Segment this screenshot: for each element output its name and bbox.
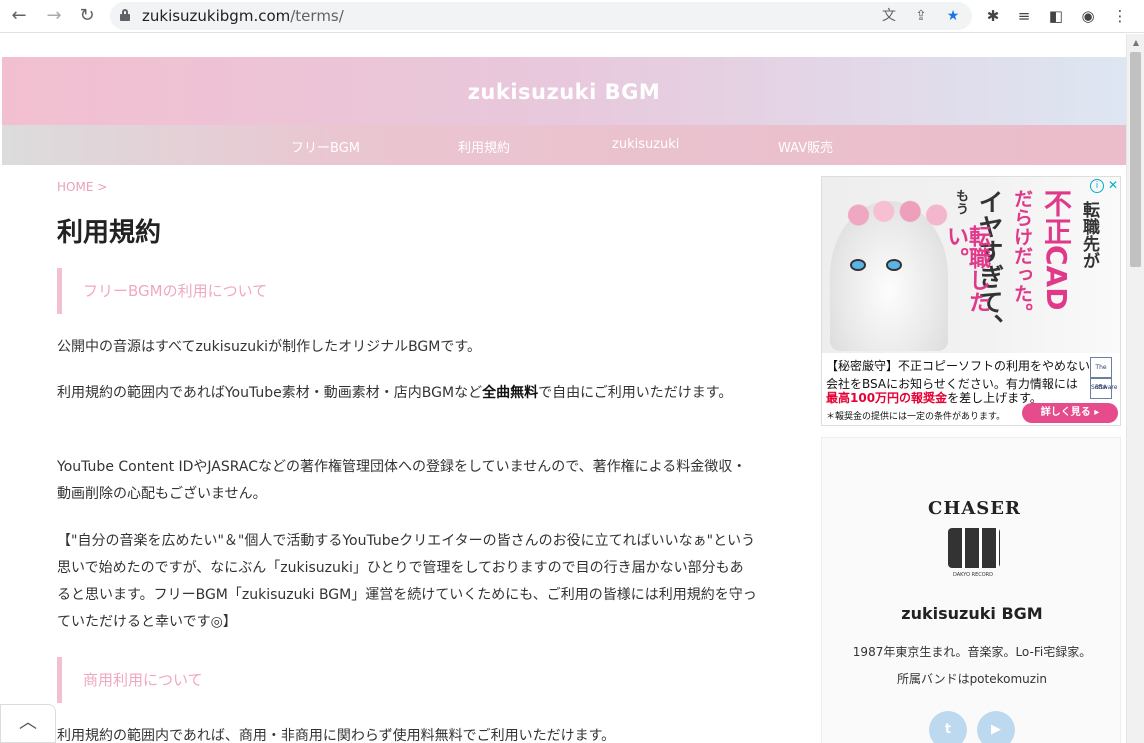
nav-item-wav-sales[interactable]: WAV販売: [778, 137, 833, 156]
translate-icon[interactable]: 文: [880, 7, 898, 25]
paragraph-text: で自由にご利用いただけます。: [538, 385, 733, 401]
cat-eye-right: [886, 259, 902, 271]
reload-icon[interactable]: ↻: [76, 5, 98, 27]
ad-text-red: 最高100万円の報奨金: [826, 391, 948, 405]
scroll-thumb[interactable]: [1130, 52, 1141, 267]
menu-kebab-icon[interactable]: ⋮: [1109, 5, 1131, 27]
extensions-icon[interactable]: ✱: [982, 5, 1004, 27]
url-path: /terms/: [290, 7, 344, 25]
logo-subtext: DAKYO RECORD: [953, 572, 993, 578]
paragraph-commercial: 利用規約の範囲内であれば、商用・非商用に関わらず使用料無料でご利用いただけます。: [57, 728, 616, 743]
url-domain: zukisuzukibgm.com: [142, 7, 291, 25]
ad-vertical-text-5: もう: [953, 189, 968, 215]
page-title: 利用規約: [57, 218, 162, 248]
paragraph-free-use: 利用規約の範囲内であればYouTube素材・動画素材・店内BGMなど全曲無料で自…: [57, 380, 757, 407]
logo-text: CHASER: [928, 498, 1021, 519]
site-header: zukisuzuki BGM: [2, 57, 1126, 125]
scroll-to-top-button[interactable]: ︿: [0, 704, 56, 743]
ad-vertical-text-2: 不正CAD: [1040, 189, 1073, 311]
browser-toolbar: ← → ↻ zukisuzukibgm.com/terms/ 文 ⇪ ★ ✱ ≡…: [0, 0, 1144, 33]
profile-extension-icon[interactable]: ◉: [1077, 5, 1099, 27]
media-control-icon[interactable]: ≡: [1013, 5, 1035, 27]
ad-info-icon[interactable]: i: [1090, 179, 1104, 193]
bsa-logo-top: The Software Alliance: [1090, 357, 1117, 411]
flower-crown-image: [842, 197, 952, 233]
address-bar[interactable]: zukisuzukibgm.com/terms/ 文 ⇪ ★: [110, 2, 972, 30]
section-heading-commercial: 商用利用について: [57, 657, 203, 703]
back-arrow-icon[interactable]: ←: [8, 5, 30, 27]
ad-text-line-1: 【秘密厳守】不正コピーソフトの利用をやめない: [826, 359, 1091, 373]
page-viewport: zukisuzuki BGM フリーBGM 利用規約 zukisuzuki WA…: [2, 34, 1126, 743]
scroll-up-arrow-icon[interactable]: ▲: [1131, 38, 1141, 48]
paragraph-intro: 公開中の音源はすべてzukisuzukiが制作したオリジナルBGMです。: [57, 339, 481, 355]
ad-vertical-text-3: だらけだった。: [1011, 189, 1033, 322]
paragraph-text: 利用規約の範囲内であればYouTube素材・動画素材・店内BGMなど: [57, 385, 483, 401]
cat-eye-left: [850, 259, 866, 271]
profile-widget: CHASER DAKYO RECORD zukisuzuki BGM 1987年…: [821, 437, 1121, 743]
bsa-logo-bottom: BSA: [1090, 377, 1112, 399]
site-title[interactable]: zukisuzuki BGM: [2, 80, 1126, 104]
share-icon[interactable]: ⇪: [912, 7, 930, 25]
paragraph-copyright: YouTube Content IDやJASRACなどの著作権管理団体への登録を…: [57, 459, 747, 502]
nav-item-free-bgm[interactable]: フリーBGM: [291, 137, 360, 156]
logo-cans-icon: [948, 528, 1000, 568]
ad-vertical-text-1: 転職先が: [1079, 201, 1099, 269]
ad-text-line-3: 最高100万円の報奨金を差し上げます。: [826, 389, 1042, 407]
ad-note: ＊報奨金の提供には一定の条件があります。: [826, 412, 1006, 422]
paragraph-message: 【"自分の音楽を広めたい"＆"個人で活動するYouTubeクリエイターの皆さんの…: [57, 533, 757, 630]
url-text[interactable]: zukisuzukibgm.com/terms/: [142, 7, 344, 25]
page-scrollbar[interactable]: ▲: [1126, 34, 1144, 743]
ad-cta-button[interactable]: 詳しく見る ▸: [1022, 403, 1118, 423]
lock-icon: [120, 9, 130, 21]
ad-close-icon[interactable]: ✕: [1106, 178, 1120, 192]
profile-bio-1: 1987年東京生まれ。音楽家。Lo-Fi宅録家。: [852, 645, 1092, 659]
profile-name: zukisuzuki BGM: [901, 604, 1043, 623]
youtube-icon[interactable]: ▶: [977, 711, 1015, 743]
ad-image[interactable]: 転職先が 不正CAD だらけだった。 イヤすぎて、 もう 転職したい。: [822, 177, 1120, 353]
profile-bio-2: 所属バンドはpotekomuzin: [896, 672, 1048, 686]
nav-item-terms[interactable]: 利用規約: [458, 137, 510, 156]
bold-free-text: 全曲無料: [482, 385, 539, 401]
ad-vertical-text-6: 転職したい。: [943, 225, 990, 313]
section-heading-free-bgm: フリーBGMの利用について: [57, 268, 267, 314]
global-nav: フリーBGM 利用規約 zukisuzuki WAV販売: [2, 125, 1126, 165]
breadcrumb[interactable]: HOME >: [57, 180, 107, 194]
twitter-icon[interactable]: t: [929, 711, 967, 743]
nav-item-zukisuzuki[interactable]: zukisuzuki: [612, 137, 679, 152]
ad-banner[interactable]: 転職先が 不正CAD だらけだった。 イヤすぎて、 もう 転職したい。 i ✕ …: [821, 176, 1121, 426]
forward-arrow-icon[interactable]: →: [43, 5, 65, 27]
chaser-logo: CHASER DAKYO RECORD: [928, 498, 1021, 586]
side-panel-icon[interactable]: ◧: [1045, 5, 1067, 27]
bookmark-star-icon[interactable]: ★: [944, 7, 962, 25]
